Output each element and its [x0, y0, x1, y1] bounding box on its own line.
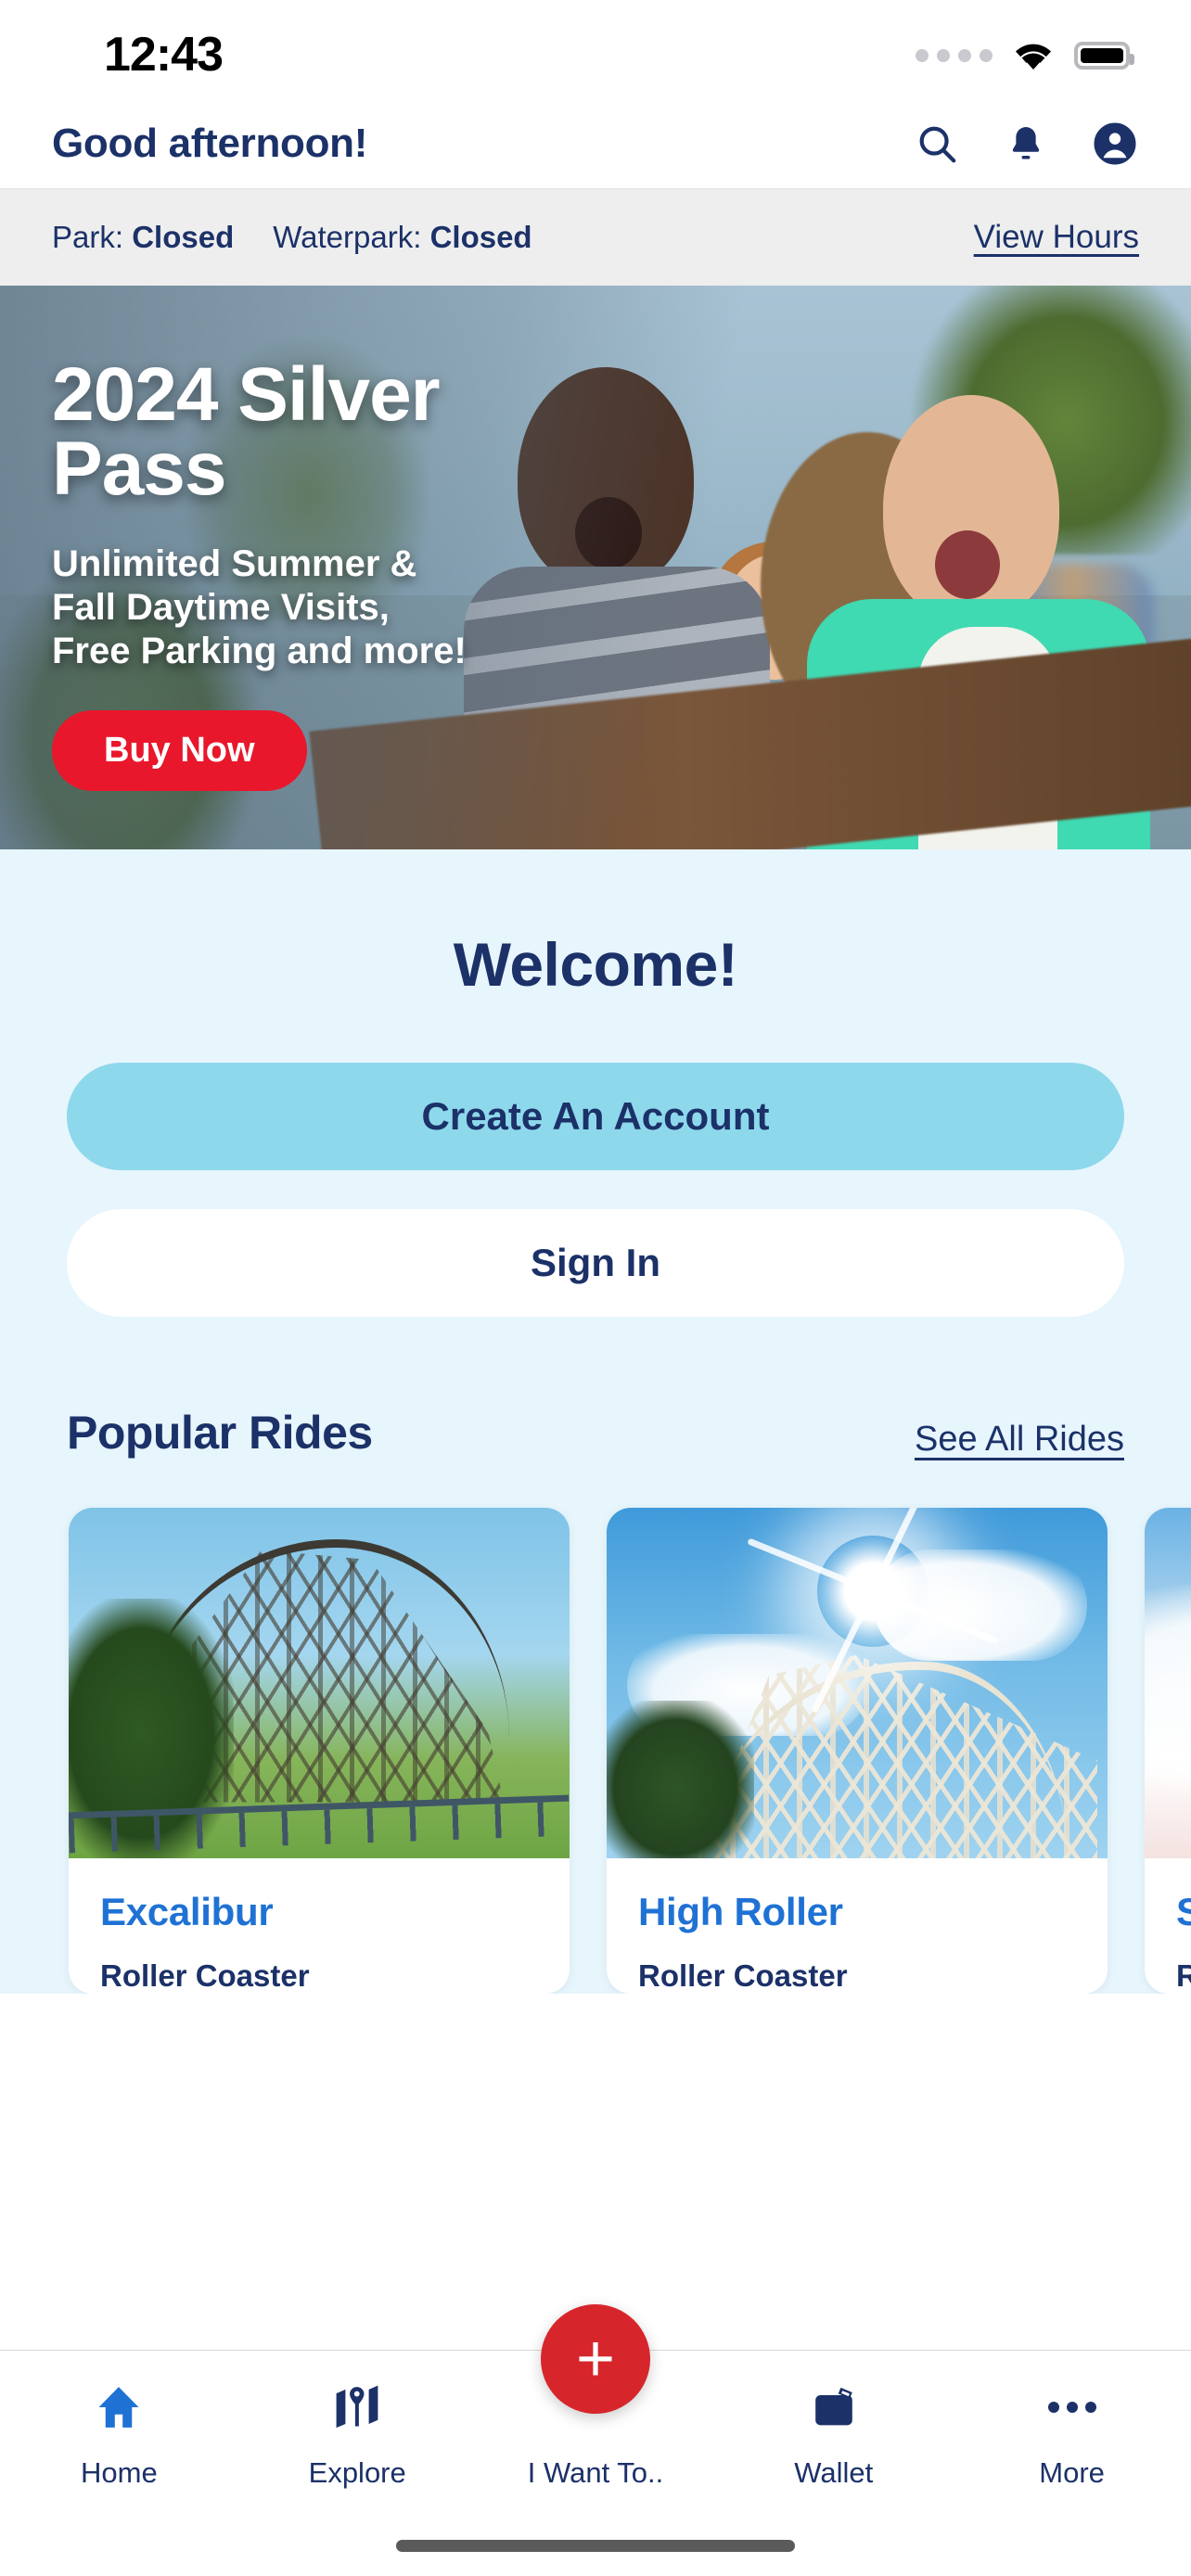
ride-card-subtitle: Roller Coaster [638, 1958, 848, 1993]
search-icon[interactable] [913, 120, 961, 168]
home-icon [93, 2378, 145, 2436]
hero-title: 2024 Silver Pass [52, 352, 627, 512]
tab-wallet[interactable]: Wallet [714, 2378, 953, 2490]
welcome-heading: Welcome! [453, 930, 738, 999]
create-account-button[interactable]: Create An Account [67, 1063, 1124, 1170]
tab-home-label: Home [81, 2456, 158, 2489]
ride-card[interactable]: S R [1145, 1508, 1191, 1994]
battery-full-icon [1074, 42, 1134, 70]
header-actions [913, 120, 1139, 168]
ride-card[interactable]: Excalibur Roller Coaster [69, 1508, 570, 1994]
park-status-strip: Park: Closed Waterpark: Closed View Hour… [0, 189, 1191, 286]
ride-card-image [607, 1508, 1108, 1858]
waterpark-status: Waterpark: Closed [273, 220, 531, 255]
park-status: Park: Closed [52, 220, 234, 255]
tab-home[interactable]: Home [0, 2378, 238, 2490]
popular-rides-carousel[interactable]: Excalibur Roller Coaster High Roller Rol… [0, 1460, 1191, 1994]
waterpark-status-label: Waterpark: [273, 220, 422, 254]
sign-in-button[interactable]: Sign In [67, 1209, 1124, 1317]
tab-more[interactable]: More [953, 2378, 1191, 2490]
ride-card-subtitle: R [1176, 1958, 1191, 1993]
view-hours-link[interactable]: View Hours [974, 219, 1139, 256]
park-status-values: Park: Closed Waterpark: Closed [52, 220, 532, 255]
popular-rides-title: Popular Rides [67, 1407, 373, 1459]
ride-card-title: Excalibur [100, 1890, 274, 1933]
hero-subtitle-line-1: Unlimited Summer & [52, 542, 417, 584]
home-indicator [396, 2540, 795, 2552]
waterpark-status-value: Closed [429, 220, 532, 254]
status-bar-clock: 12:43 [104, 28, 224, 82]
wallet-ticket-icon [809, 2378, 859, 2436]
hero-title-line-2: Pass [52, 427, 227, 512]
status-bar-indicators [916, 40, 1134, 71]
app-header: Good afternoon! [0, 98, 1191, 189]
park-status-label: Park: [52, 220, 124, 254]
tab-wallet-label: Wallet [794, 2456, 874, 2489]
status-bar: 12:43 [0, 0, 1191, 98]
main-content: Welcome! Create An Account Sign In Popul… [0, 849, 1191, 1994]
ride-card-subtitle: Roller Coaster [100, 1958, 310, 1993]
popular-rides-header: Popular Rides See All Rides [0, 1317, 1191, 1460]
ride-card-image [69, 1508, 570, 1858]
buy-now-button[interactable]: Buy Now [52, 710, 307, 792]
hero-title-line-1: 2024 Silver [52, 352, 441, 437]
page-title: Good afternoon! [52, 120, 368, 166]
hero-content: 2024 Silver Pass Unlimited Summer & Fall… [52, 352, 627, 792]
hero-subtitle-line-2: Fall Daytime Visits, [52, 586, 390, 628]
fab-plus-icon: + [575, 2321, 616, 2396]
tab-i-want-to-label: I Want To.. [527, 2456, 664, 2489]
account-circle-icon[interactable] [1091, 120, 1139, 168]
welcome-section: Welcome! Create An Account Sign In [0, 849, 1191, 1317]
tab-explore-label: Explore [308, 2456, 406, 2489]
promo-hero-banner[interactable]: 2024 Silver Pass Unlimited Summer & Fall… [0, 286, 1191, 849]
i-want-to-fab-button[interactable]: + [541, 2304, 650, 2414]
bell-icon[interactable] [1002, 120, 1050, 168]
tab-more-label: More [1039, 2456, 1105, 2489]
signal-dots-icon [916, 49, 992, 62]
ride-card-image [1145, 1508, 1191, 1858]
see-all-rides-link[interactable]: See All Rides [915, 1420, 1124, 1460]
park-status-value: Closed [132, 220, 235, 254]
ride-card-title: High Roller [638, 1890, 843, 1933]
ellipsis-icon [1046, 2378, 1098, 2436]
wifi-icon [1013, 40, 1054, 71]
tab-explore[interactable]: Explore [238, 2378, 477, 2490]
hero-subtitle: Unlimited Summer & Fall Daytime Visits, … [52, 542, 627, 674]
map-pin-icon [331, 2378, 383, 2436]
ride-card[interactable]: High Roller Roller Coaster [607, 1508, 1108, 1994]
hero-subtitle-line-3: Free Parking and more! [52, 631, 467, 672]
ride-card-title: S [1176, 1890, 1191, 1933]
